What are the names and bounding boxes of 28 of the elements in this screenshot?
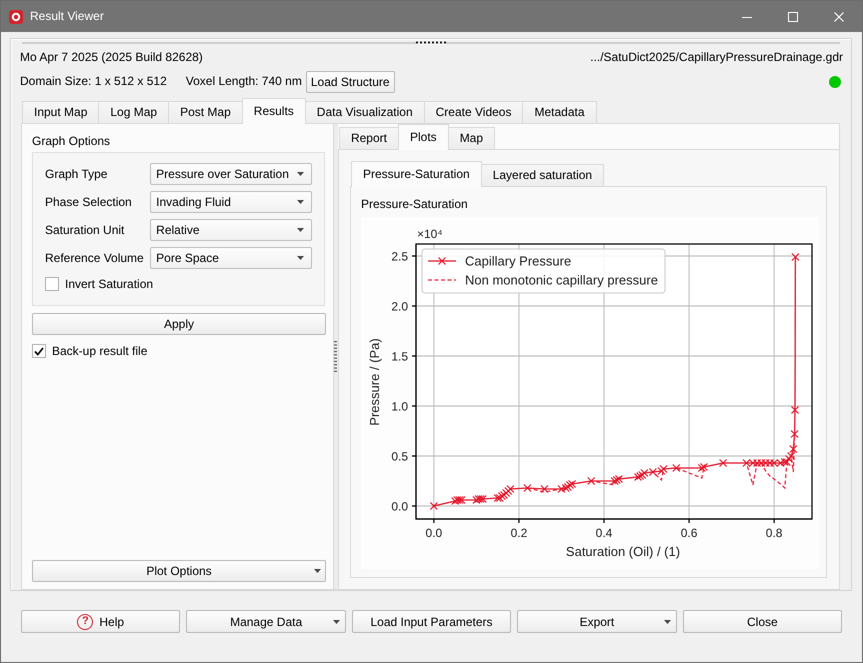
y-tick-label: 2.5 xyxy=(391,249,408,264)
x-axis-label: Saturation (Oil) / (1) xyxy=(566,544,680,559)
voxel-length-text: Voxel Length: 740 nm xyxy=(186,74,302,89)
x-tick-label: 0.2 xyxy=(510,526,528,540)
field-label: Saturation Unit xyxy=(45,222,126,238)
domain-size-text: Domain Size: 1 x 512 x 512 xyxy=(20,74,167,89)
plot-heading: Pressure-Saturation xyxy=(360,196,469,211)
x-tick-label: 0.6 xyxy=(680,526,698,540)
section-title: Graph Options xyxy=(32,134,112,148)
x-tick-label: 0.4 xyxy=(596,526,612,540)
x-tick-label: 0.8 xyxy=(766,526,782,540)
window-title: Result Viewer xyxy=(30,9,104,24)
help-icon: ? xyxy=(77,614,94,630)
y-axis-label: Pressure / (Pa) xyxy=(366,338,382,426)
y-tick-label: 2.0 xyxy=(391,299,408,314)
legend-label: Non monotonic capillary pressure xyxy=(464,272,658,288)
y-tick-label: 0.0 xyxy=(391,499,408,514)
legend-label: Capillary Pressure xyxy=(464,254,572,268)
y-axis-scale-label: ×10⁴ xyxy=(416,227,442,241)
y-tick-label: 1.5 xyxy=(391,349,408,364)
file-path-text: .../SatuDict2025/CapillaryPressureDrainage.gdr xyxy=(590,50,843,64)
field-label: Phase Selection xyxy=(45,194,133,210)
y-tick-label: 1.0 xyxy=(391,399,408,414)
field-label: Graph Type xyxy=(45,166,108,182)
field-label: Reference Volume xyxy=(45,250,145,266)
build-info-text: Mo Apr 7 2025 (2025 Build 82628) xyxy=(20,50,203,64)
y-tick-label: 0.5 xyxy=(391,449,408,464)
x-tick-label: 0.0 xyxy=(426,526,442,540)
